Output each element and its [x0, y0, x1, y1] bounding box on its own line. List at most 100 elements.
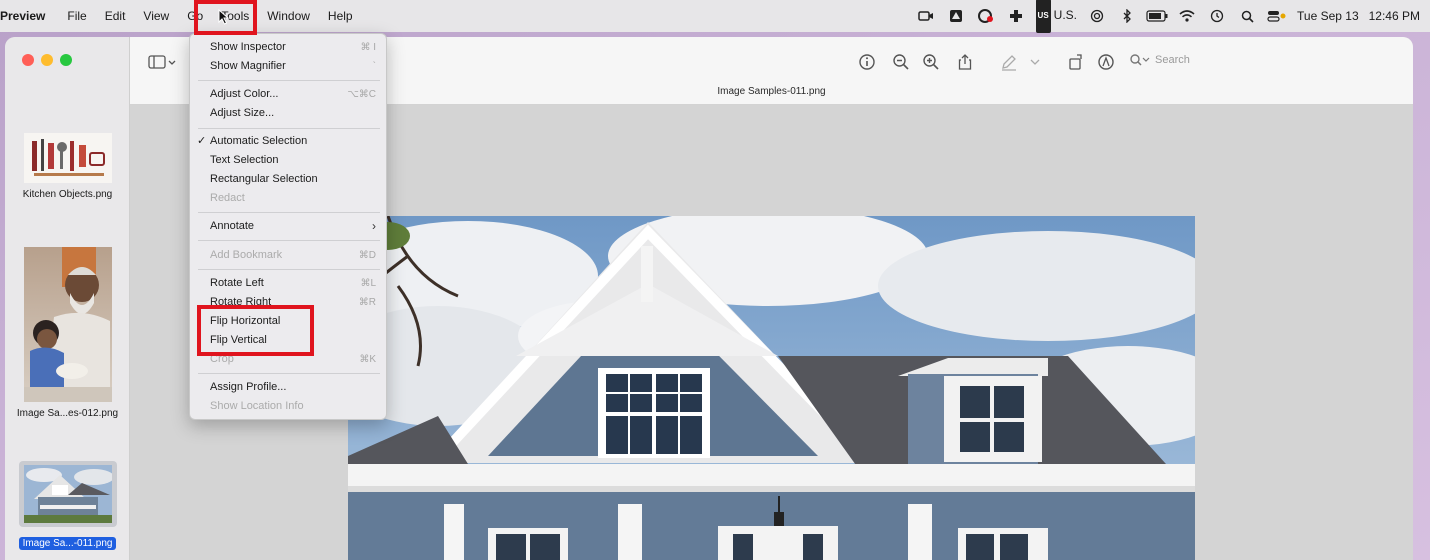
- zoom-window-button[interactable]: [60, 54, 72, 66]
- menu-shortcut: ⌘R: [358, 297, 376, 308]
- info-button[interactable]: [856, 51, 878, 73]
- menu-add-bookmark: Add Bookmark ⌘D: [190, 246, 388, 265]
- chevron-down-icon: [1030, 59, 1040, 65]
- menu-separator: [198, 240, 380, 241]
- menu-item-label: Show Location Info: [210, 400, 304, 412]
- rotate-button[interactable]: [1065, 51, 1087, 73]
- menu-item-label: Rotate Left: [210, 277, 264, 289]
- menu-item-label: Text Selection: [210, 154, 279, 166]
- menu-show-inspector[interactable]: Show Inspector ⌘ I: [190, 38, 388, 57]
- thumbnail-label-012: Image Sa...es-012.png: [16, 408, 119, 419]
- markup-dropdown[interactable]: [1028, 51, 1042, 73]
- input-source-badge: US: [1035, 0, 1051, 33]
- bluetooth-icon[interactable]: [1112, 0, 1142, 32]
- screen-record-icon[interactable]: [911, 0, 941, 32]
- battery-icon[interactable]: [1142, 0, 1172, 32]
- house-photo[interactable]: [348, 216, 1195, 560]
- share-button[interactable]: [954, 51, 976, 73]
- menu-view[interactable]: View: [134, 0, 178, 32]
- menu-shortcut: ⌘K: [359, 354, 376, 365]
- input-source-label: U.S.: [1053, 8, 1078, 23]
- control-center-icon[interactable]: [1262, 0, 1292, 32]
- tools-dropdown-menu: Show Inspector ⌘ I Show Magnifier ` Adju…: [189, 33, 387, 420]
- menu-separator: [198, 269, 380, 270]
- menu-window[interactable]: Window: [258, 0, 319, 32]
- plus-app-icon[interactable]: [1001, 0, 1031, 32]
- spotlight-search-icon[interactable]: [1232, 0, 1262, 32]
- mouse-cursor-icon: [218, 9, 230, 25]
- menu-rotate-left[interactable]: Rotate Left ⌘L: [190, 274, 388, 293]
- menu-rectangular-selection[interactable]: Rectangular Selection: [190, 170, 388, 189]
- thumbnail-image-samples-011[interactable]: Image Sa...-011.png: [5, 461, 130, 551]
- menu-shortcut: ⌘L: [360, 278, 376, 289]
- menu-help[interactable]: Help: [319, 0, 362, 32]
- grandfather-child-thumbnail-image: [23, 247, 112, 402]
- rotate-icon: [1069, 54, 1082, 70]
- markup-toolbar-button[interactable]: [1095, 51, 1117, 73]
- search-icon: [1130, 54, 1150, 66]
- airplay-icon[interactable]: [1082, 0, 1112, 32]
- input-source-menu[interactable]: US U.S.: [1031, 0, 1082, 33]
- menu-item-label: Adjust Color...: [210, 88, 279, 100]
- thumbnail-image-samples-012[interactable]: Image Sa...es-012.png: [5, 247, 130, 419]
- zoom-out-button[interactable]: [890, 51, 912, 73]
- menu-redact: Redact: [190, 189, 388, 208]
- menu-item-label: Flip Vertical: [210, 334, 267, 346]
- chevron-right-icon: ›: [372, 219, 376, 233]
- menubar-time[interactable]: 12:46 PM: [1364, 0, 1430, 32]
- menu-show-magnifier[interactable]: Show Magnifier `: [190, 57, 388, 76]
- menu-separator: [198, 212, 380, 213]
- menu-adjust-size[interactable]: Adjust Size...: [190, 104, 388, 123]
- menu-item-label: Crop: [210, 353, 234, 365]
- menu-adjust-color[interactable]: Adjust Color... ⌥⌘C: [190, 85, 388, 104]
- menu-item-label: Assign Profile...: [210, 381, 287, 393]
- search-field[interactable]: Search: [1125, 48, 1405, 72]
- menubar-date[interactable]: Tue Sep 13: [1292, 0, 1364, 32]
- menu-separator: [198, 128, 380, 129]
- thumbnail-label-011: Image Sa...-011.png: [18, 537, 117, 550]
- menu-edit[interactable]: Edit: [96, 0, 135, 32]
- drive-icon[interactable]: [941, 0, 971, 32]
- menu-item-label: Rotate Right: [210, 296, 272, 308]
- menu-flip-horizontal[interactable]: Flip Horizontal: [190, 312, 388, 331]
- menu-shortcut: ⌘ I: [360, 42, 376, 53]
- time-machine-icon[interactable]: [1202, 0, 1232, 32]
- menu-text-selection[interactable]: Text Selection: [190, 151, 388, 170]
- share-icon: [958, 54, 972, 70]
- wifi-icon[interactable]: [1172, 0, 1202, 32]
- zoom-in-button[interactable]: [920, 51, 942, 73]
- markup-pen-button[interactable]: [998, 51, 1020, 73]
- search-placeholder: Search: [1155, 54, 1190, 66]
- menu-app-preview[interactable]: Preview: [0, 0, 58, 32]
- menu-assign-profile[interactable]: Assign Profile...: [190, 378, 388, 397]
- house-thumbnail-image: [23, 465, 112, 523]
- sidebar-toggle-button[interactable]: [148, 51, 178, 73]
- sidebar-icon: [148, 55, 176, 69]
- menu-rotate-right[interactable]: Rotate Right ⌘R: [190, 293, 388, 312]
- menu-file[interactable]: File: [58, 0, 95, 32]
- thumbnail-kitchen-objects[interactable]: Kitchen Objects.png: [5, 133, 130, 200]
- menu-automatic-selection[interactable]: ✓ Automatic Selection: [190, 132, 388, 151]
- menu-shortcut: `: [372, 61, 376, 72]
- menu-flip-vertical[interactable]: Flip Vertical: [190, 331, 388, 350]
- thumbnail-label-kitchen: Kitchen Objects.png: [22, 189, 113, 200]
- menu-separator: [198, 373, 380, 374]
- minimize-window-button[interactable]: [41, 54, 53, 66]
- thumbnail-sidebar: Kitchen Objects.png Image Sa...es-012.pn…: [5, 37, 130, 560]
- pen-icon: [1002, 55, 1016, 71]
- menu-go[interactable]: Go: [178, 0, 212, 32]
- menu-shortcut: ⌥⌘C: [347, 89, 376, 100]
- menu-item-label: Show Magnifier: [210, 60, 286, 72]
- menu-item-label: Automatic Selection: [210, 135, 308, 147]
- close-window-button[interactable]: [22, 54, 34, 66]
- zoom-in-icon: [923, 54, 939, 70]
- menu-annotate[interactable]: Annotate ›: [190, 217, 388, 236]
- menu-shortcut: ⌘D: [358, 250, 376, 261]
- menu-item-label: Annotate: [210, 220, 255, 232]
- creative-cloud-icon[interactable]: [971, 0, 1001, 32]
- menu-item-label: Redact: [210, 192, 245, 204]
- menu-show-location-info: Show Location Info: [190, 397, 388, 416]
- menu-item-label: Add Bookmark: [210, 249, 283, 261]
- menu-item-label: Adjust Size...: [210, 107, 275, 119]
- menu-item-label: Rectangular Selection: [210, 173, 318, 185]
